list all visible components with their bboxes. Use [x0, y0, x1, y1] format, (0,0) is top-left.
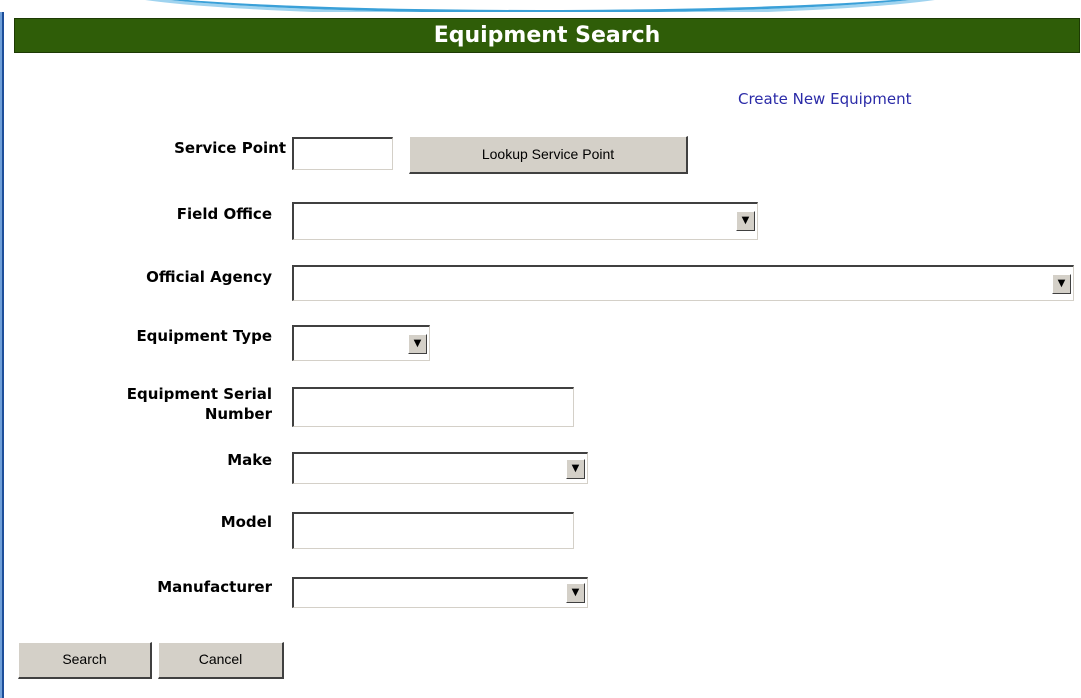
serial-number-input[interactable] — [292, 387, 574, 427]
field-office-label: Field Office — [176, 205, 272, 223]
chevron-down-icon[interactable]: ▼ — [736, 211, 755, 231]
model-input[interactable] — [292, 512, 574, 549]
chevron-down-icon[interactable]: ▼ — [1052, 274, 1071, 294]
equipment-type-select[interactable]: ▼ — [292, 325, 430, 361]
lookup-service-point-button[interactable]: Lookup Service Point — [409, 136, 688, 174]
chevron-down-icon[interactable]: ▼ — [566, 583, 585, 603]
manufacturer-label: Manufacturer — [157, 578, 272, 596]
official-agency-label: Official Agency — [146, 268, 272, 286]
search-button[interactable]: Search — [18, 642, 152, 679]
chevron-down-icon[interactable]: ▼ — [408, 334, 427, 354]
field-office-select[interactable]: ▼ — [292, 202, 758, 240]
service-point-input[interactable] — [292, 137, 393, 170]
service-point-label: Service Point — [174, 139, 286, 157]
page-title: Equipment Search — [14, 18, 1080, 53]
cancel-button[interactable]: Cancel — [158, 642, 284, 679]
chevron-down-icon[interactable]: ▼ — [566, 459, 585, 479]
serial-number-label-line1: Equipment Serial — [126, 385, 272, 403]
top-strip — [0, 0, 1081, 13]
manufacturer-select[interactable]: ▼ — [292, 577, 588, 608]
serial-number-label-line2: Number — [204, 405, 272, 423]
make-label: Make — [227, 451, 272, 469]
make-select[interactable]: ▼ — [292, 452, 588, 484]
content-frame: Equipment Search Create New Equipment Se… — [0, 12, 1080, 698]
official-agency-select[interactable]: ▼ — [292, 265, 1074, 301]
equipment-type-label: Equipment Type — [136, 327, 272, 345]
create-new-equipment-link[interactable]: Create New Equipment — [738, 90, 912, 108]
model-label: Model — [220, 513, 272, 531]
